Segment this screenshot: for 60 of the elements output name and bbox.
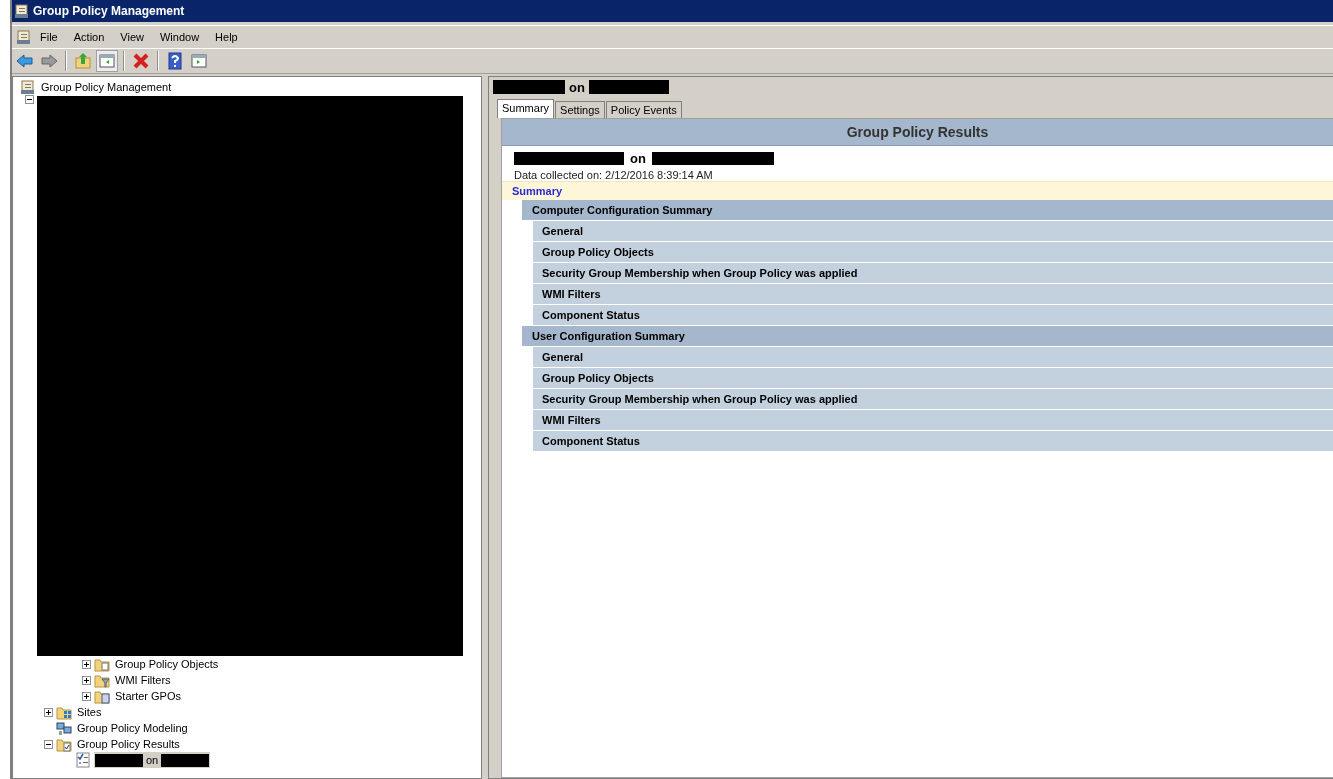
tree-item[interactable]: on: [94, 752, 211, 768]
section-header[interactable]: User Configuration Summary: [522, 326, 1333, 347]
section-item[interactable]: General: [533, 347, 1333, 368]
section-item[interactable]: WMI Filters: [533, 284, 1333, 305]
expand-toggle[interactable]: [82, 659, 91, 669]
tree-item[interactable]: Group Policy Management: [39, 80, 174, 94]
tab[interactable]: Settings: [555, 101, 605, 118]
tree-item-label: on: [146, 753, 159, 767]
tree-item[interactable]: Group Policy Modeling: [75, 721, 190, 735]
section-item[interactable]: Component Status: [533, 431, 1333, 452]
menu-item[interactable]: View: [112, 29, 152, 45]
show-pane-icon[interactable]: [98, 52, 116, 70]
window-title: Group Policy Management: [33, 4, 185, 18]
back-arrow-icon[interactable]: [16, 52, 34, 70]
section-header[interactable]: Computer Configuration Summary: [522, 200, 1333, 221]
expand-toggle[interactable]: [44, 707, 53, 717]
redaction-block: [95, 753, 143, 767]
collapse-toggle[interactable]: [44, 739, 53, 749]
tree-item[interactable]: Group Policy Objects: [113, 657, 221, 671]
expand-toggle[interactable]: [82, 675, 91, 685]
redaction-block: [493, 80, 565, 94]
folder-icon: [94, 656, 110, 672]
folder-document-icon: [94, 688, 110, 704]
summary-link[interactable]: Summary: [512, 185, 563, 197]
delete-icon[interactable]: [132, 52, 150, 70]
section-item[interactable]: General: [533, 221, 1333, 242]
tree-item[interactable]: Sites: [75, 705, 104, 719]
tree-item[interactable]: WMI Filters: [113, 673, 173, 687]
report-subject: on: [630, 150, 646, 166]
section-item[interactable]: Group Policy Objects: [533, 242, 1333, 263]
folder-filter-icon: [94, 672, 110, 688]
section-item[interactable]: Component Status: [533, 305, 1333, 326]
computers-icon: [56, 720, 72, 736]
console-icon: [20, 79, 36, 95]
menu-item[interactable]: Window: [151, 29, 208, 45]
console-icon: [16, 29, 32, 45]
report-title: Group Policy Results: [502, 119, 1333, 146]
section-item[interactable]: WMI Filters: [533, 410, 1333, 431]
menu-item[interactable]: Help: [207, 29, 246, 45]
redaction-block: [161, 753, 210, 767]
section-item[interactable]: Security Group Membership when Group Policy was applied: [533, 263, 1333, 284]
checklist-icon: [75, 752, 91, 768]
expand-toggle[interactable]: [82, 691, 91, 701]
details-title: on: [569, 79, 585, 95]
folder-sites-icon: [56, 704, 72, 720]
tree-item[interactable]: Group Policy Results: [75, 737, 182, 751]
section-item[interactable]: Group Policy Objects: [533, 368, 1333, 389]
action-pane-icon[interactable]: [190, 52, 208, 70]
tab[interactable]: Policy Events: [605, 101, 682, 118]
section-item[interactable]: Security Group Membership when Group Policy was applied: [533, 389, 1333, 410]
collapse-toggle[interactable]: [25, 95, 34, 104]
menu-item[interactable]: File: [32, 29, 66, 45]
menu-item[interactable]: Action: [65, 29, 113, 45]
collection-date: Data collected on: 2/12/2016 8:39:14 AM: [513, 168, 714, 181]
tree-item[interactable]: Starter GPOs: [113, 689, 184, 703]
help-icon[interactable]: [166, 52, 184, 70]
tab[interactable]: Summary: [497, 99, 555, 118]
forward-arrow-icon[interactable]: [40, 52, 58, 70]
console-icon: [14, 3, 30, 19]
folder-check-icon: [56, 736, 72, 752]
